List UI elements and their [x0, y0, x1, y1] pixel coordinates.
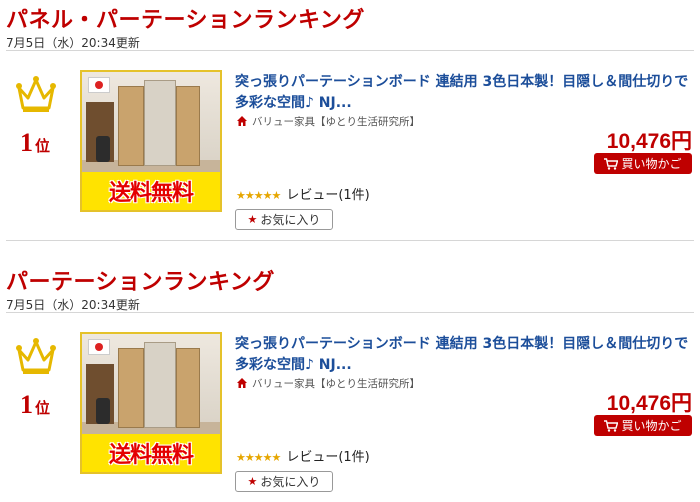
home-icon [237, 378, 247, 388]
price: 10,476円 [606, 130, 692, 153]
add-to-cart-button[interactable]: 買い物かご [594, 415, 692, 436]
free-shipping-banner: 送料無料 [82, 434, 220, 472]
cart-icon [604, 157, 619, 170]
rank-unit: 位 [35, 399, 51, 417]
cart-icon [604, 419, 619, 432]
rank-badge: 1位 [20, 390, 50, 420]
rating[interactable]: ★★★★★ レビュー(1件) [236, 446, 370, 465]
updated-time: 7月5日（水）20:34更新 [6, 298, 140, 312]
home-icon [237, 116, 247, 126]
japan-flag-icon [88, 77, 110, 93]
crown-icon [15, 74, 57, 114]
favorite-label: お気に入り [260, 213, 321, 227]
star-rating-icon: ★★★★★ [236, 451, 281, 464]
favorite-label: お気に入り [260, 475, 321, 489]
updated-time: 7月5日（水）20:34更新 [6, 36, 140, 50]
shop-link[interactable]: バリュー家具【ゆとり生活研究所】 [236, 114, 420, 129]
favorite-button[interactable]: ★ お気に入り [235, 471, 333, 492]
star-rating-icon: ★★★★★ [236, 189, 281, 202]
star-icon: ★ [247, 213, 258, 226]
product-thumbnail[interactable]: 送料無料 [80, 70, 222, 212]
product-thumbnail[interactable]: 送料無料 [80, 332, 222, 474]
review-count: レビュー(1件) [286, 188, 370, 203]
crown-icon [15, 336, 57, 376]
rank-number: 1 [20, 128, 33, 157]
rank-number: 1 [20, 390, 33, 419]
divider [6, 312, 694, 313]
shop-name: バリュー家具【ゆとり生活研究所】 [252, 378, 420, 390]
ranking-title[interactable]: パネル・パーテーションランキング [6, 2, 365, 34]
shop-link[interactable]: バリュー家具【ゆとり生活研究所】 [236, 376, 420, 391]
add-to-cart-button[interactable]: 買い物かご [594, 153, 692, 174]
shop-name: バリュー家具【ゆとり生活研究所】 [252, 116, 420, 128]
section-divider [6, 240, 694, 241]
review-count: レビュー(1件) [286, 450, 370, 465]
japan-flag-icon [88, 339, 110, 355]
rank-badge: 1位 [20, 128, 50, 158]
product-title-link[interactable]: 突っ張りパーテーションボード 連結用 3色日本製！目隠し＆間仕切りで多彩な空間♪… [235, 334, 695, 376]
cart-label: 買い物かご [621, 157, 682, 171]
ranking-title[interactable]: パーテーションランキング [6, 264, 275, 296]
divider [6, 50, 694, 51]
favorite-button[interactable]: ★ お気に入り [235, 209, 333, 230]
free-shipping-banner: 送料無料 [82, 172, 220, 210]
star-icon: ★ [247, 475, 258, 488]
price: 10,476円 [606, 392, 692, 415]
rating[interactable]: ★★★★★ レビュー(1件) [236, 184, 370, 203]
product-title-link[interactable]: 突っ張りパーテーションボード 連結用 3色日本製！目隠し＆間仕切りで多彩な空間♪… [235, 72, 695, 114]
cart-label: 買い物かご [621, 419, 682, 433]
rank-unit: 位 [35, 137, 51, 155]
